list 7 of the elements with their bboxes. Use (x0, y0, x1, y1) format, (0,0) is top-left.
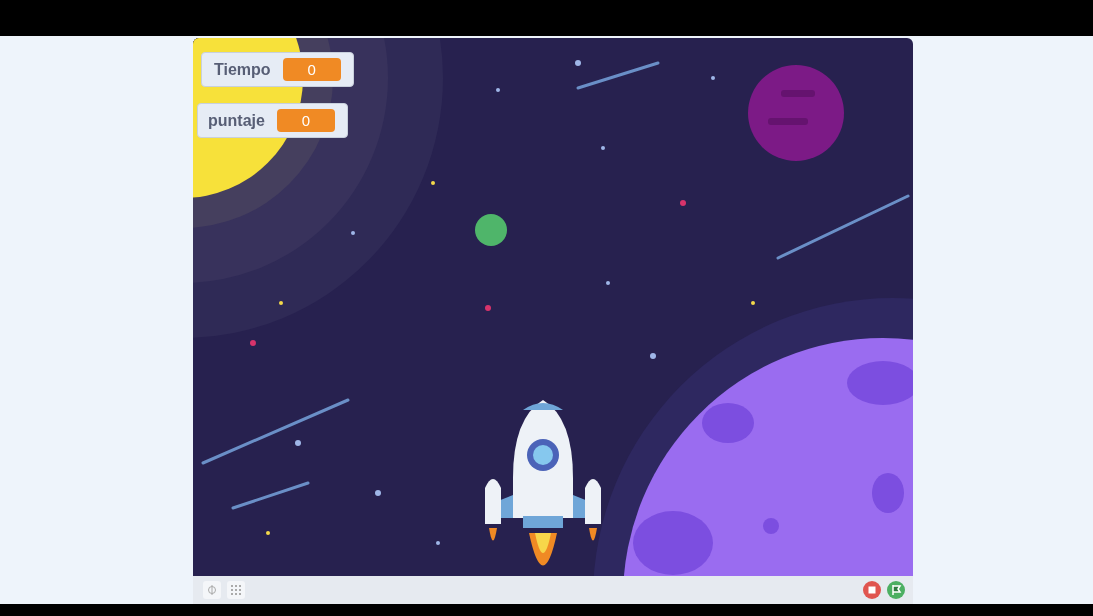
grid-icon[interactable] (227, 581, 245, 599)
variable-name: puntaje (208, 111, 265, 130)
variable-value: 0 (282, 58, 341, 81)
variable-value: 0 (276, 109, 335, 132)
flag-icon[interactable] (887, 581, 905, 599)
variable-name: Tiempo (214, 60, 271, 79)
stop-icon[interactable] (863, 581, 881, 599)
